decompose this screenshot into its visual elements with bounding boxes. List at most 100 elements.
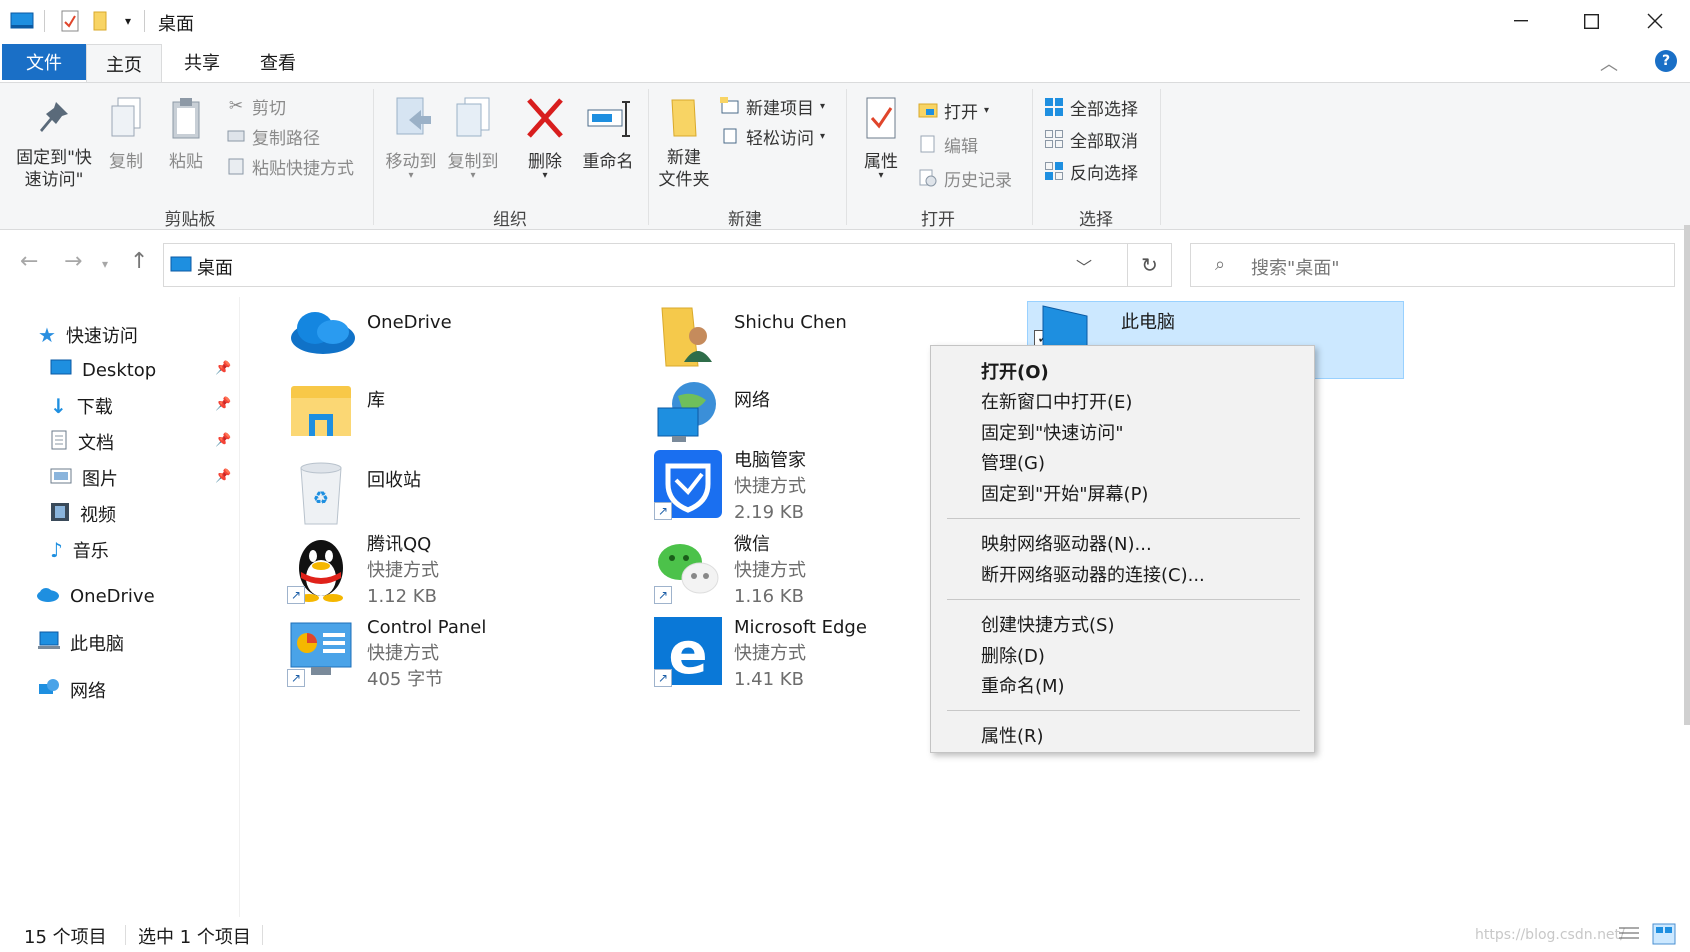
maximize-button[interactable] [1556,0,1626,42]
file-item-pc-manager[interactable]: ↗ 电脑管家 快捷方式 2.19 KB [652,448,806,526]
details-view-icon[interactable] [1618,925,1640,948]
context-menu: 打开(O) 在新窗口中打开(E) 固定到"快速访问" 管理(G) 固定到"开始"… [930,345,1315,753]
select-none-button[interactable]: 全部取消 [1044,123,1138,155]
customize-toolbar-chevron-icon[interactable]: ▾ [116,9,140,33]
copy-button[interactable]: 复制 [104,93,148,172]
properties-quick-icon[interactable] [58,9,82,33]
file-item-qq[interactable]: ↗ 腾讯QQ 快捷方式 1.12 KB [285,532,439,610]
wechat-icon: ↗ [652,532,724,604]
organize-group-label: 组织 [493,210,527,230]
file-item-wechat[interactable]: ↗ 微信 快捷方式 1.16 KB [652,532,806,610]
menu-item-open-new-window[interactable]: 在新窗口中打开(E) [981,388,1132,414]
shortcut-arrow-icon: ↗ [654,669,672,687]
nav-item-music[interactable]: ♪ 音乐 [50,534,109,566]
nav-item-downloads[interactable]: ↓ 下载 [50,390,113,422]
tab-share[interactable]: 共享 [166,44,238,80]
open-button[interactable]: 打开 ▾ [918,93,1012,127]
large-icons-view-icon[interactable] [1652,923,1676,950]
invert-selection-button[interactable]: 反向选择 [1044,155,1138,187]
menu-item-open[interactable]: 打开(O) [981,358,1049,384]
properties-button[interactable]: 属性 ▾ [858,93,904,181]
select-all-button[interactable]: 全部选择 [1044,91,1138,123]
pc-manager-icon: ↗ [652,448,724,520]
menu-item-pin-quick-access[interactable]: 固定到"快速访问" [981,419,1124,445]
menu-item-rename[interactable]: 重命名(M) [981,672,1065,698]
nav-this-pc[interactable]: 此电脑 [38,627,124,659]
up-arrow-icon[interactable]: ↑ [130,249,148,274]
nav-onedrive[interactable]: OneDrive [36,580,155,612]
copy-to-button[interactable]: 复制到 ▾ [444,93,502,181]
close-button[interactable] [1620,0,1690,42]
edit-button[interactable]: 编辑 [918,127,1012,161]
search-placeholder: 搜索"桌面" [1251,258,1340,279]
collapse-ribbon-chevron-icon[interactable]: ︿ [1600,50,1618,76]
easy-access-button[interactable]: 轻松访问 ▾ [720,121,825,151]
file-item-network[interactable]: 网络 [652,378,770,450]
nav-item-pictures[interactable]: 图片 [50,462,118,494]
nav-item-label: 音乐 [72,541,109,562]
tab-file[interactable]: 文件 [2,44,86,80]
paste-button[interactable]: 粘贴 [164,93,208,172]
file-item-control-panel[interactable]: ↗ Control Panel 快捷方式 405 字节 [285,615,486,693]
file-item-shichu-chen[interactable]: Shichu Chen [652,300,847,372]
minimize-button[interactable] [1486,0,1556,42]
menu-item-disconnect-network-drive[interactable]: 断开网络驱动器的连接(C)... [981,561,1205,587]
nav-quick-access-label: 快速访问 [65,326,138,347]
menu-item-create-shortcut[interactable]: 创建快捷方式(S) [981,611,1114,637]
file-item-recycle-bin[interactable]: ♻ 回收站 [285,458,421,530]
pin-quick-access-button[interactable]: 固定到"快 速访问" [10,93,98,191]
search-box[interactable]: ⌕ 搜索"桌面" [1190,243,1675,287]
new-folder-quick-icon[interactable] [88,9,112,33]
status-divider [125,925,126,945]
menu-item-pin-start[interactable]: 固定到"开始"屏幕(P) [981,480,1148,506]
group-divider [1160,89,1161,225]
back-arrow-icon[interactable]: ← [20,249,38,274]
address-bar[interactable]: 桌面 ﹀ [163,243,1128,287]
menu-item-properties[interactable]: 属性(R) [981,722,1044,748]
forward-arrow-icon[interactable]: → [64,249,82,274]
network-icon [38,678,60,703]
tab-home[interactable]: 主页 [86,44,162,82]
recent-locations-chevron-icon[interactable]: ▾ [102,257,108,271]
move-to-button[interactable]: 移动到 ▾ [382,93,440,181]
tab-view[interactable]: 查看 [242,44,314,80]
address-dropdown-chevron-icon[interactable]: ﹀ [1076,254,1092,278]
copy-label: 复制 [109,152,143,172]
onedrive-icon [285,300,357,372]
nav-quick-access[interactable]: ★ 快速访问 [38,319,138,351]
nav-item-desktop[interactable]: Desktop [50,354,156,386]
history-button[interactable]: 历史记录 [918,161,1012,195]
menu-item-manage[interactable]: 管理(G) [981,449,1045,475]
file-item-library[interactable]: 库 [285,378,385,450]
file-item-onedrive[interactable]: OneDrive [285,300,452,372]
invert-selection-label: 反向选择 [1070,163,1138,184]
file-size: 1.16 KB [734,586,804,607]
nav-item-videos[interactable]: 视频 [50,498,116,530]
delete-button[interactable]: 删除 ▾ [522,93,568,181]
select-small-buttons: 全部选择 全部取消 反向选择 [1044,91,1138,187]
refresh-icon: ↻ [1141,253,1158,277]
navigation-row: ← → ▾ ↑ 桌面 ﹀ ↻ ⌕ 搜索"桌面" [0,231,1690,297]
pin-icon [32,93,76,143]
cut-button[interactable]: ✂ 剪切 [226,91,354,121]
svg-text:♻: ♻ [313,488,329,509]
rename-button[interactable]: 重命名 [578,93,638,172]
nav-item-documents[interactable]: 文档 [50,426,114,458]
new-item-button[interactable]: 新建项目 ▾ [720,91,825,121]
menu-item-delete[interactable]: 删除(D) [981,642,1045,668]
refresh-button[interactable]: ↻ [1128,243,1172,287]
onedrive-cloud-icon [36,586,60,607]
menu-item-map-network-drive[interactable]: 映射网络驱动器(N)... [981,530,1152,556]
file-size: 405 字节 [367,669,444,690]
new-folder-button[interactable]: 新建 文件夹 [656,93,712,191]
vertical-scrollbar[interactable] [1684,225,1690,725]
paste-shortcut-button[interactable]: 粘贴快捷方式 [226,151,354,181]
file-item-edge[interactable]: e ↗ Microsoft Edge 快捷方式 1.41 KB [652,615,867,693]
copy-path-button[interactable]: 复制路径 [226,121,354,151]
group-divider [648,89,649,225]
shortcut-arrow-icon: ↗ [287,586,305,604]
nav-network[interactable]: 网络 [38,674,106,706]
file-name: 电脑管家 [734,450,806,471]
clipboard-group-label: 剪贴板 [164,210,216,230]
help-icon[interactable]: ? [1655,50,1677,72]
